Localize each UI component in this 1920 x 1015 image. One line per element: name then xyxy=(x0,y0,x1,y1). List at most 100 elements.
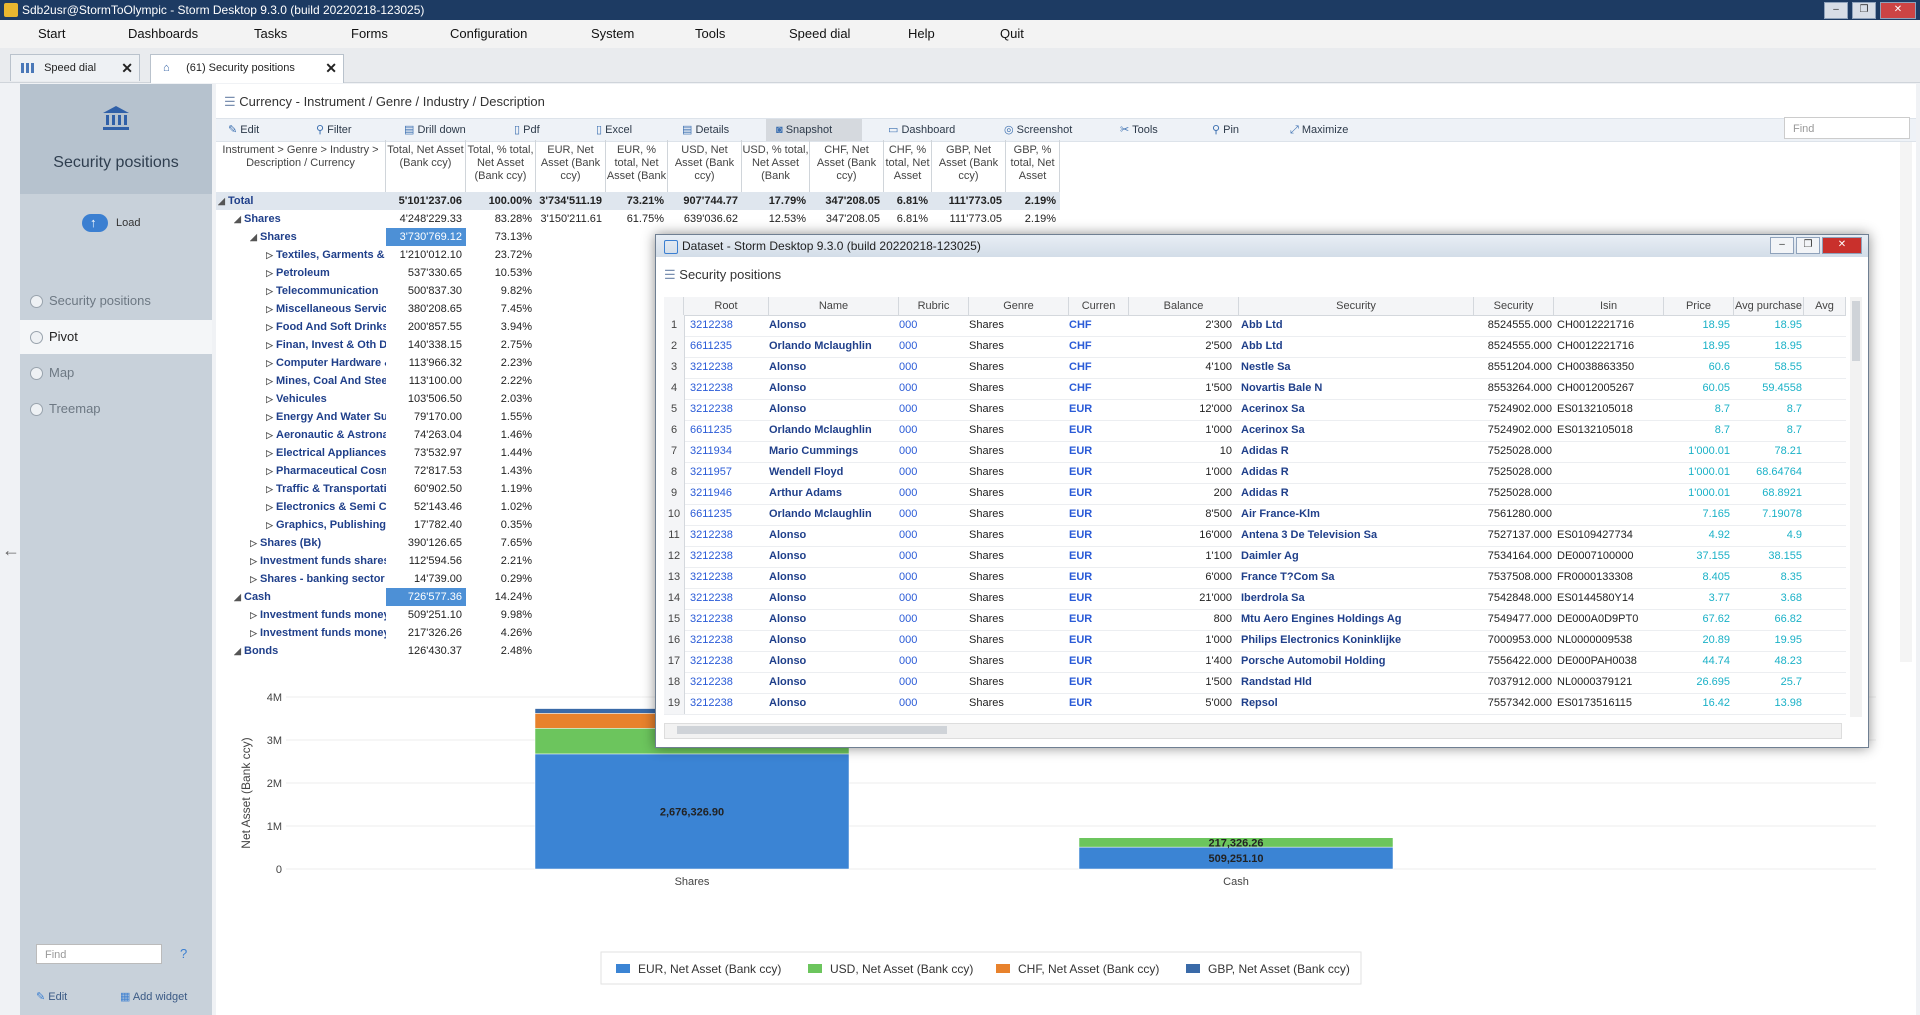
grid-row[interactable]: 3 3212238 Alonso 000 Shares CHF 4'100 Nestle Sa… xyxy=(664,357,1846,379)
grid-cell[interactable]: EUR xyxy=(1069,672,1127,693)
pivot-column-header[interactable]: GBP, % total, Net Asset xyxy=(1006,140,1060,192)
grid-cell[interactable]: 3212238 xyxy=(686,525,770,546)
grid-column-header[interactable]: Avg xyxy=(1804,297,1846,315)
grid-row[interactable]: 16 3212238 Alonso 000 Shares EUR 1'000 Philips … xyxy=(664,630,1846,652)
grid-cell[interactable]: 78.21 xyxy=(1734,441,1802,462)
pivot-cell[interactable]: 0.29% xyxy=(466,570,536,588)
grid-cell[interactable]: 10 xyxy=(664,504,685,525)
grid-cell[interactable]: 000 xyxy=(899,399,967,420)
grid-cell[interactable]: Alonso xyxy=(769,651,897,672)
collapsed-triangle-icon[interactable]: ▷ xyxy=(266,318,276,336)
grid-cell[interactable]: Shares xyxy=(969,441,1067,462)
grid-row[interactable]: 4 3212238 Alonso 000 Shares CHF 1'500 Novartis … xyxy=(664,378,1846,400)
grid-row[interactable]: 17 3212238 Alonso 000 Shares EUR 1'400 Porsche … xyxy=(664,651,1846,673)
grid-cell[interactable]: 1'000.01 xyxy=(1664,462,1730,483)
grid-cell[interactable]: 8.405 xyxy=(1664,567,1730,588)
grid-cell[interactable]: Shares xyxy=(969,399,1067,420)
grid-row[interactable]: 1 3212238 Alonso 000 Shares CHF 2'300 Abb Ltd 85… xyxy=(664,315,1846,337)
maximize-button[interactable]: ⤢ Maximize xyxy=(1290,119,1348,141)
grid-cell[interactable]: 16 xyxy=(664,630,685,651)
pivot-cell[interactable]: 100.00% xyxy=(466,192,536,210)
grid-cell[interactable]: 8.35 xyxy=(1734,567,1802,588)
grid-cell[interactable]: Orlando Mclaughlin xyxy=(769,336,897,357)
grid-column-header[interactable]: Root xyxy=(684,297,769,315)
pivot-cell[interactable]: 6.81% xyxy=(884,210,932,228)
pivot-cell[interactable]: 509'251.10 xyxy=(386,606,466,624)
collapsed-triangle-icon[interactable]: ▷ xyxy=(266,300,276,318)
grid-cell[interactable]: 8553264.000 xyxy=(1474,378,1552,399)
pivot-row[interactable]: ◢ Shares 4'248'229.33 83.28% 3'150'211.61 61.… xyxy=(216,210,1060,228)
toolbar-search-input[interactable]: Find xyxy=(1784,117,1910,139)
expanded-triangle-icon[interactable]: ◢ xyxy=(234,210,244,228)
grid-cell[interactable]: 3212238 xyxy=(686,378,770,399)
grid-cell[interactable]: Shares xyxy=(969,315,1067,336)
pivot-cell[interactable]: 103'506.50 xyxy=(386,390,466,408)
grid-cell[interactable]: 7537508.000 xyxy=(1474,567,1552,588)
grid-cell[interactable]: 2'500 xyxy=(1129,336,1232,357)
grid-cell[interactable]: 7534164.000 xyxy=(1474,546,1552,567)
grid-cell[interactable]: 000 xyxy=(899,378,967,399)
pivot-cell[interactable]: 2.23% xyxy=(466,354,536,372)
pivot-column-header[interactable]: Total, % total, Net Asset (Bank ccy) xyxy=(466,140,536,192)
grid-row[interactable]: 12 3212238 Alonso 000 Shares EUR 1'100 Daimler … xyxy=(664,546,1846,568)
collapsed-triangle-icon[interactable]: ▷ xyxy=(250,534,260,552)
restore-icon[interactable]: ❐ xyxy=(1852,2,1876,19)
pivot-cell[interactable]: 2.21% xyxy=(466,552,536,570)
grid-cell[interactable]: 7.19078 xyxy=(1734,504,1802,525)
grid-cell[interactable]: 5'000 xyxy=(1129,693,1232,714)
menu-start[interactable]: Start xyxy=(38,20,65,48)
menu-tasks[interactable]: Tasks xyxy=(254,20,287,48)
grid-cell[interactable]: NL0000009538 xyxy=(1557,630,1662,651)
grid-cell[interactable]: 9 xyxy=(664,483,685,504)
expanded-triangle-icon[interactable]: ◢ xyxy=(234,588,244,606)
sidebar-search-input[interactable]: Find xyxy=(36,944,162,964)
dialog-vertical-scrollbar[interactable] xyxy=(1850,297,1862,717)
pivot-cell[interactable]: 10.53% xyxy=(466,264,536,282)
grid-cell[interactable]: 1'000 xyxy=(1129,462,1232,483)
grid-cell[interactable]: Wendell Floyd xyxy=(769,462,897,483)
collapsed-triangle-icon[interactable]: ▷ xyxy=(266,264,276,282)
collapsed-triangle-icon[interactable]: ▷ xyxy=(250,606,260,624)
snapshot-button[interactable]: ◙ Snapshot xyxy=(766,119,862,141)
grid-cell[interactable] xyxy=(1557,483,1662,504)
grid-cell[interactable]: 8524555.000 xyxy=(1474,315,1552,336)
grid-cell[interactable]: 7525028.000 xyxy=(1474,441,1552,462)
grid-cell[interactable]: 7524902.000 xyxy=(1474,399,1552,420)
grid-cell[interactable]: Adidas R xyxy=(1241,462,1471,483)
grid-cell[interactable]: 8 xyxy=(664,462,685,483)
grid-cell[interactable]: 17 xyxy=(664,651,685,672)
grid-cell[interactable]: EUR xyxy=(1069,546,1127,567)
grid-cell[interactable]: 8524555.000 xyxy=(1474,336,1552,357)
menu-help[interactable]: Help xyxy=(908,20,935,48)
pivot-cell[interactable]: 4.26% xyxy=(466,624,536,642)
grid-cell[interactable]: CHF xyxy=(1069,315,1127,336)
collapsed-triangle-icon[interactable]: ▷ xyxy=(266,354,276,372)
grid-cell[interactable]: 1'100 xyxy=(1129,546,1232,567)
grid-cell[interactable]: 1'000.01 xyxy=(1664,441,1730,462)
sidebar-item-pivot[interactable]: Pivot xyxy=(20,320,212,354)
grid-cell[interactable]: 000 xyxy=(899,504,967,525)
grid-cell[interactable]: 8.7 xyxy=(1734,420,1802,441)
pivot-cell[interactable]: 61.75% xyxy=(606,210,668,228)
grid-cell[interactable]: Abb Ltd xyxy=(1241,315,1471,336)
grid-cell[interactable]: Orlando Mclaughlin xyxy=(769,504,897,525)
pivot-cell[interactable]: 2.03% xyxy=(466,390,536,408)
help-icon[interactable]: ? xyxy=(180,946,187,961)
tools-button[interactable]: ✂ Tools xyxy=(1120,119,1158,141)
grid-cell[interactable]: Shares xyxy=(969,462,1067,483)
menu-configuration[interactable]: Configuration xyxy=(450,20,527,48)
grid-cell[interactable]: 13.98 xyxy=(1734,693,1802,714)
grid-column-header[interactable]: Avg purchase xyxy=(1734,297,1804,315)
grid-cell[interactable]: 3212238 xyxy=(686,588,770,609)
menu-tools[interactable]: Tools xyxy=(695,20,725,48)
grid-cell[interactable]: 11 xyxy=(664,525,685,546)
grid-cell[interactable]: EUR xyxy=(1069,504,1127,525)
grid-cell[interactable] xyxy=(1557,504,1662,525)
grid-cell[interactable]: 7542848.000 xyxy=(1474,588,1552,609)
dialog-titlebar[interactable]: Dataset - Storm Desktop 9.3.0 (build 202… xyxy=(656,235,1868,257)
grid-cell[interactable]: Shares xyxy=(969,357,1067,378)
grid-cell[interactable]: 000 xyxy=(899,693,967,714)
grid-row[interactable]: 7 3211934 Mario Cummings 000 Shares EUR 10 Adid… xyxy=(664,441,1846,463)
grid-cell[interactable]: 14 xyxy=(664,588,685,609)
grid-column-header[interactable]: Price xyxy=(1664,297,1734,315)
